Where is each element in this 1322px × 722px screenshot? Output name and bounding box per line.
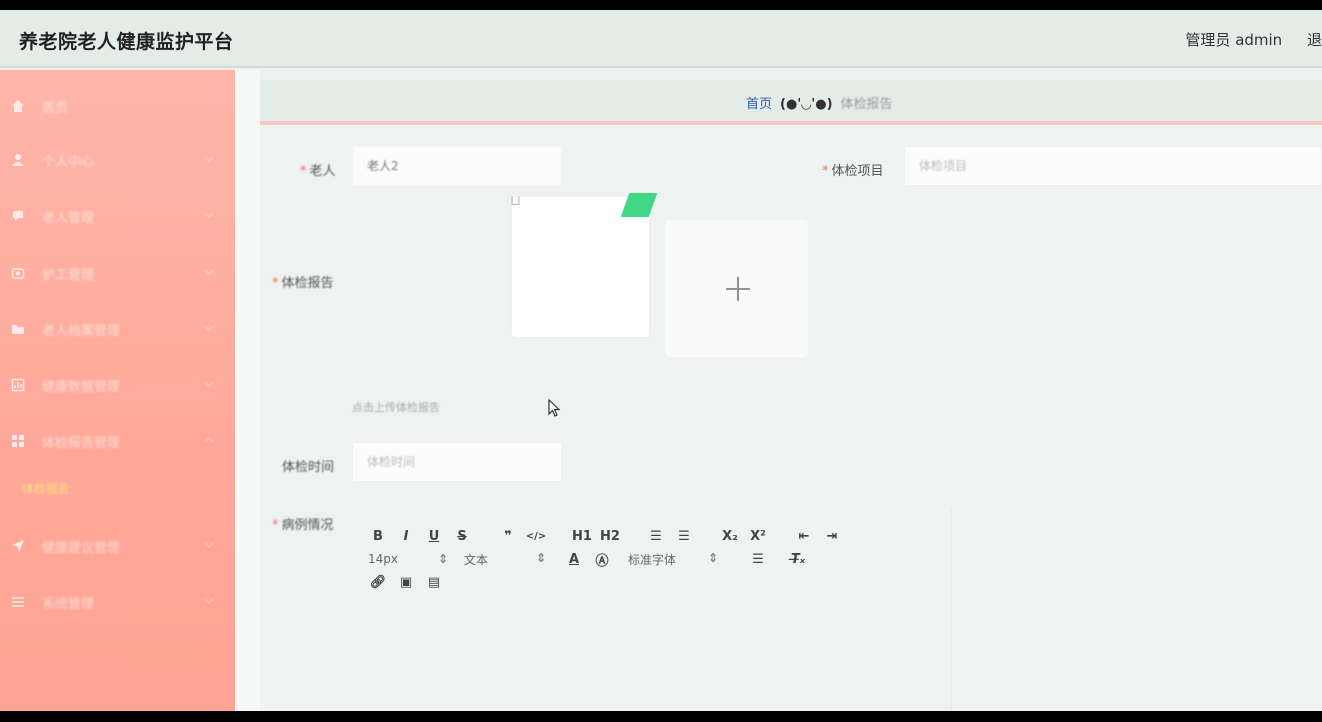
sidebar-item-system[interactable]: 系统管理 bbox=[0, 582, 235, 622]
uploaded-report-thumbnail[interactable]: ⊔ bbox=[510, 193, 658, 337]
sidebar-item-nurse[interactable]: 护工管理 bbox=[0, 253, 235, 293]
user-area: 管理员 admin 退 bbox=[1165, 29, 1322, 50]
breadcrumb-bar: 首页 (●'◡'●) 体检报告 bbox=[260, 80, 1322, 125]
upload-success-badge bbox=[620, 193, 658, 217]
sidebar-item-label: 体检报告管理 bbox=[42, 435, 121, 451]
align-icon[interactable]: ☰ bbox=[746, 552, 770, 567]
h2-button[interactable]: H2 bbox=[598, 529, 622, 544]
logout-link[interactable]: 退 bbox=[1307, 31, 1322, 49]
breadcrumb-home[interactable]: 首页 bbox=[746, 97, 772, 112]
sidebar-item-advice[interactable]: 健康建议管理 bbox=[0, 526, 235, 566]
sidebar-item-label: 系统管理 bbox=[42, 596, 95, 612]
editor-toolbar-row-3: 🔗︎ ▣ ▤ bbox=[366, 571, 450, 593]
sidebar-item-report[interactable]: 体检报告管理 bbox=[0, 421, 235, 461]
mouse-cursor-icon bbox=[548, 399, 561, 417]
chevron-down-icon bbox=[204, 269, 214, 276]
sidebar-subitem-report[interactable]: 体检报告 bbox=[22, 480, 70, 497]
video-insert-icon[interactable]: ▤ bbox=[422, 575, 446, 590]
sidebar-item-label: 个人中心 bbox=[42, 154, 95, 170]
person-icon bbox=[10, 208, 26, 224]
bold-button[interactable]: B bbox=[366, 529, 390, 544]
strike-button[interactable]: S bbox=[450, 529, 474, 544]
editor-toolbar-row-2: 14px ⇕ 文本 ⇕ A Ⓐ 标准字体 ⇕ ☰ T̶ₓ bbox=[368, 548, 814, 570]
quote-button[interactable]: ❞ bbox=[496, 529, 520, 544]
grid-icon bbox=[10, 433, 26, 449]
chevron-down-icon bbox=[204, 542, 214, 549]
superscript-button[interactable]: X² bbox=[746, 529, 770, 544]
folder-icon bbox=[10, 321, 26, 337]
nurse-icon bbox=[10, 265, 26, 281]
sidebar-item-label: 护工管理 bbox=[42, 267, 95, 283]
text-type-select[interactable]: 文本 ⇕ bbox=[464, 551, 546, 568]
image-insert-icon[interactable]: ▣ bbox=[394, 575, 418, 590]
admin-label: 管理员 admin bbox=[1185, 31, 1283, 49]
sidebar: 首页 个人中心 老人管理 护工管理 老人档案管理 健康数据管理 体检报告管理 体… bbox=[0, 70, 235, 711]
report-label: * 体检报告 bbox=[272, 276, 334, 291]
sidebar-item-home[interactable]: 首页 bbox=[0, 86, 235, 126]
sidebar-item-health-data[interactable]: 健康数据管理 bbox=[0, 365, 235, 405]
chevron-down-icon bbox=[204, 156, 214, 163]
subscript-button[interactable]: X₂ bbox=[718, 529, 742, 544]
breadcrumb: 首页 (●'◡'●) 体检报告 bbox=[746, 93, 893, 112]
sidebar-item-archive[interactable]: 老人档案管理 bbox=[0, 309, 235, 349]
editor-toolbar-row-1: B I U S ❞ </> H1 H2 ☰ ☰ X₂ X² ⇤ ⇥ bbox=[366, 525, 848, 547]
top-header: 养老院老人健康监护平台 管理员 admin 退 bbox=[0, 10, 1322, 68]
image-icon: ⊔ bbox=[510, 193, 521, 209]
indent-button[interactable]: ⇥ bbox=[820, 529, 844, 544]
sidebar-item-profile[interactable]: 个人中心 bbox=[0, 140, 235, 180]
outdent-button[interactable]: ⇤ bbox=[792, 529, 816, 544]
send-icon bbox=[10, 538, 26, 554]
app-title: 养老院老人健康监护平台 bbox=[19, 31, 234, 53]
list-icon bbox=[10, 594, 26, 610]
italic-button[interactable]: I bbox=[394, 529, 418, 544]
home-icon bbox=[10, 98, 26, 114]
elder-field[interactable]: 老人2 bbox=[352, 146, 562, 186]
sidebar-gap bbox=[235, 70, 260, 711]
h1-button[interactable]: H1 bbox=[570, 529, 594, 544]
user-icon bbox=[10, 152, 26, 168]
breadcrumb-separator: (●'◡'●) bbox=[780, 97, 833, 112]
breadcrumb-current: 体检报告 bbox=[840, 97, 893, 112]
chevron-down-icon bbox=[204, 212, 214, 219]
sidebar-item-elder[interactable]: 老人管理 bbox=[0, 196, 235, 236]
sidebar-item-label: 首页 bbox=[42, 100, 69, 116]
ordered-list-button[interactable]: ☰ bbox=[644, 529, 668, 544]
font-color-icon[interactable]: A bbox=[562, 552, 586, 567]
app-window: 养老院老人健康监护平台 管理员 admin 退 首页 个人中心 老人管理 护工管… bbox=[0, 10, 1322, 711]
plus-icon bbox=[726, 277, 750, 301]
chevron-down-icon bbox=[204, 598, 214, 605]
upload-tip: 点击上传体检报告 bbox=[352, 401, 440, 414]
sidebar-item-label: 健康建议管理 bbox=[42, 540, 121, 556]
chevron-down-icon bbox=[204, 381, 214, 388]
main-content: 首页 (●'◡'●) 体检报告 * 老人 老人2 * 体检项目 体检项目 * 体检报告 ⊔… bbox=[260, 80, 1322, 711]
chevron-up-icon bbox=[204, 436, 214, 443]
rich-text-editor[interactable]: B I U S ❞ </> H1 H2 ☰ ☰ X₂ X² ⇤ ⇥ 14px ⇕ … bbox=[352, 508, 952, 711]
bullet-list-button[interactable]: ☰ bbox=[672, 529, 696, 544]
code-button[interactable]: </> bbox=[524, 531, 548, 542]
sidebar-item-label: 健康数据管理 bbox=[42, 379, 121, 395]
underline-button[interactable]: U bbox=[422, 529, 446, 544]
clear-format-icon[interactable]: T̶ₓ bbox=[786, 552, 810, 567]
font-family-select[interactable]: 标准字体 ⇕ bbox=[628, 551, 718, 568]
time-input[interactable]: 体检时间 bbox=[352, 442, 562, 482]
background-color-icon[interactable]: Ⓐ bbox=[590, 550, 614, 569]
link-icon[interactable]: 🔗︎ bbox=[366, 575, 390, 590]
elder-label: * 老人 bbox=[300, 164, 336, 179]
chart-icon bbox=[10, 377, 26, 393]
sidebar-item-label: 老人管理 bbox=[42, 210, 95, 226]
chevron-down-icon bbox=[204, 325, 214, 332]
item-input[interactable]: 体检项目 bbox=[904, 146, 1322, 186]
item-label: * 体检项目 bbox=[822, 164, 884, 179]
font-size-select[interactable]: 14px ⇕ bbox=[368, 552, 448, 566]
sidebar-item-label: 老人档案管理 bbox=[42, 323, 121, 339]
detail-label: * 病例情况 bbox=[272, 518, 334, 533]
time-label: 体检时间 bbox=[282, 460, 335, 475]
upload-button[interactable] bbox=[665, 220, 808, 357]
